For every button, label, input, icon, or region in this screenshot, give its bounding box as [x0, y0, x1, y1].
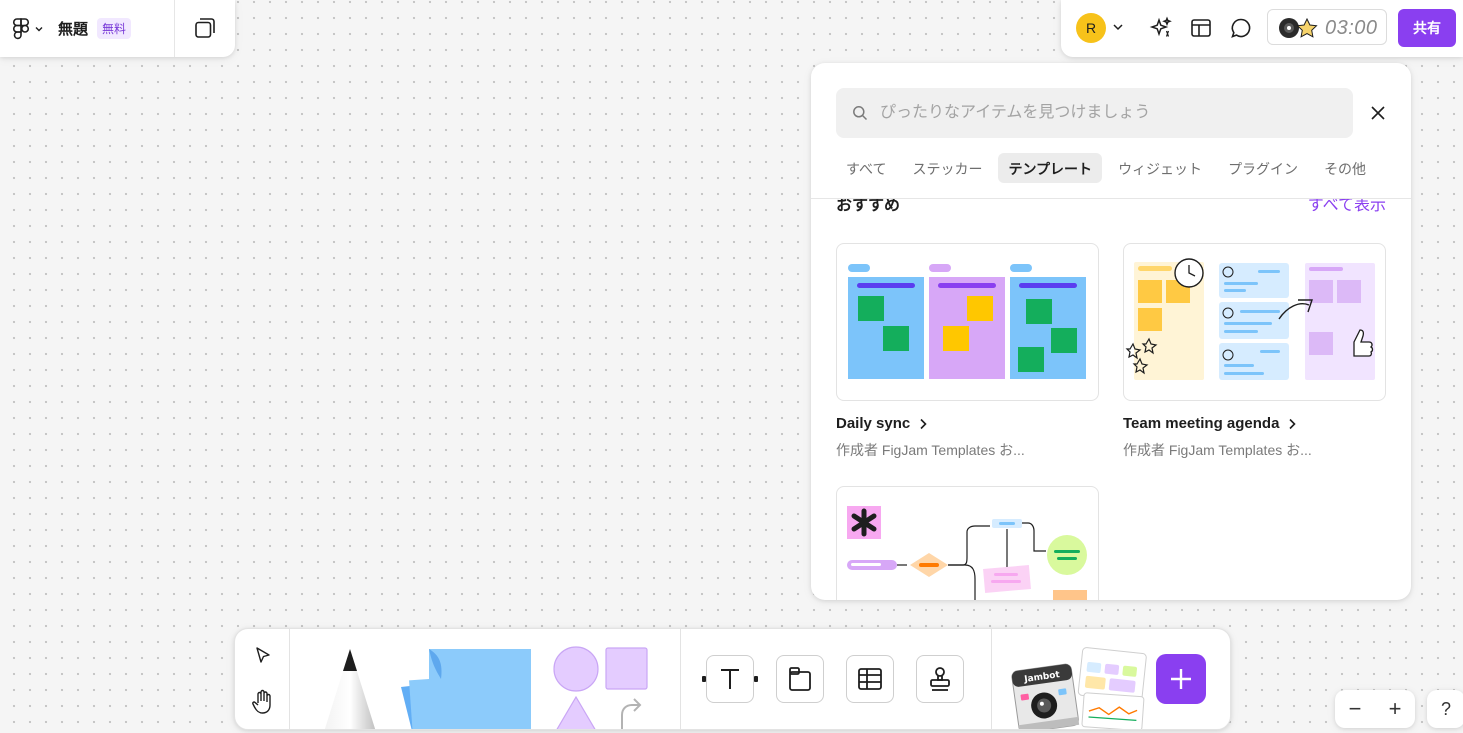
text-icon — [721, 669, 739, 689]
see-all-link[interactable]: すべて表示 — [1308, 199, 1386, 215]
search-input[interactable] — [878, 103, 1322, 123]
zoom-controls: − + — [1335, 690, 1415, 728]
divider — [991, 629, 992, 729]
table-tool[interactable] — [846, 655, 894, 703]
hand-icon — [252, 689, 271, 714]
sparkle-icon — [1149, 16, 1172, 37]
stamp-tool[interactable] — [916, 655, 964, 703]
bottom-toolbar: Jambot — [234, 628, 1231, 730]
table-icon — [858, 668, 882, 690]
pages-button[interactable] — [186, 10, 224, 46]
file-menu-bar: 無題 無料 — [0, 0, 235, 57]
hand-tool[interactable] — [248, 687, 278, 717]
plus-icon — [1171, 669, 1191, 689]
zoom-in-button[interactable]: + — [1380, 698, 1410, 720]
chevron-down-icon — [35, 26, 43, 31]
section-title: おすすめ — [836, 199, 901, 214]
pages-icon — [195, 18, 215, 38]
avatar[interactable]: R — [1076, 13, 1106, 43]
star-icon — [1296, 18, 1318, 38]
text-tool[interactable] — [706, 655, 754, 703]
figma-logo-icon — [13, 17, 30, 39]
comments-button[interactable] — [1227, 14, 1255, 42]
template-title[interactable]: Daily sync — [836, 415, 1099, 432]
text-tool-handle — [754, 676, 758, 682]
divider — [289, 629, 290, 729]
template-card-flow[interactable] — [836, 486, 1099, 600]
tab-all[interactable]: すべて — [836, 153, 896, 183]
shape-tool[interactable] — [550, 645, 650, 729]
sticky-note-tool[interactable] — [395, 647, 535, 729]
search-icon — [853, 106, 868, 121]
pencil-icon — [324, 649, 376, 729]
template-author: 作成者 FigJam Templates お... — [836, 442, 1025, 458]
templates-button[interactable] — [1187, 14, 1215, 42]
templates-list[interactable]: おすすめ すべて表示 Daily sync 作成者 FigJam Templat… — [811, 199, 1411, 600]
timer-widget[interactable]: 03:00 — [1267, 9, 1387, 45]
comment-icon — [1231, 18, 1251, 38]
shapes-icon — [553, 646, 648, 729]
template-thumbnail[interactable] — [836, 243, 1099, 401]
share-button[interactable]: 共有 — [1398, 9, 1456, 47]
chevron-right-icon — [1289, 418, 1297, 429]
section-icon — [789, 667, 811, 691]
more-tools-button[interactable] — [1156, 654, 1206, 704]
sticky-note-icon — [401, 649, 531, 729]
cursor-icon — [256, 647, 270, 663]
widgets-and-stickers-tool[interactable]: Jambot — [1007, 647, 1147, 729]
timer-value: 03:00 — [1325, 17, 1378, 39]
template-thumbnail[interactable] — [836, 486, 1099, 600]
team-meeting-preview — [1125, 258, 1375, 380]
tab-other[interactable]: その他 — [1314, 153, 1376, 183]
divider — [174, 0, 175, 57]
zoom-out-button[interactable]: − — [1340, 698, 1370, 720]
template-title-text: Team meeting agenda — [1123, 415, 1280, 432]
template-title[interactable]: Team meeting agenda — [1123, 415, 1386, 432]
tab-plugins[interactable]: プラグイン — [1218, 153, 1308, 183]
resources-panel: すべて ステッカー テンプレート ウィジェット プラグイン その他 おすすめ す… — [811, 63, 1411, 600]
close-panel-button[interactable] — [1366, 101, 1390, 125]
help-button[interactable]: ? — [1427, 690, 1463, 728]
tab-templates[interactable]: テンプレート — [998, 153, 1103, 183]
move-tool[interactable] — [250, 643, 276, 669]
pen-tool[interactable] — [315, 645, 385, 729]
main-menu-button[interactable] — [0, 0, 56, 57]
daily-sync-preview — [848, 264, 1086, 379]
camera-sticker-icon: Jambot — [1011, 647, 1147, 729]
flow-preview — [847, 506, 1087, 600]
chevron-right-icon — [920, 418, 927, 429]
chevron-down-icon[interactable] — [1111, 20, 1125, 34]
layout-icon — [1191, 19, 1211, 37]
plan-badge: 無料 — [97, 18, 132, 39]
ai-actions-button[interactable] — [1147, 14, 1175, 42]
header-actions-bar: R 03:00 共有 — [1061, 0, 1463, 57]
file-title[interactable]: 無題 — [58, 18, 88, 39]
template-card-team-meeting-agenda[interactable]: Team meeting agenda 作成者 FigJam Templates… — [1123, 243, 1386, 460]
stamp-icon — [930, 667, 950, 691]
close-icon — [1371, 106, 1385, 120]
search-box[interactable] — [836, 88, 1353, 138]
template-card-daily-sync[interactable]: Daily sync 作成者 FigJam Templates お... — [836, 243, 1099, 460]
text-tool-handle — [702, 676, 706, 682]
template-thumbnail[interactable] — [1123, 243, 1386, 401]
tab-stickers[interactable]: ステッカー — [902, 153, 992, 183]
resource-tabs: すべて ステッカー テンプレート ウィジェット プラグイン その他 — [836, 153, 1376, 183]
divider — [680, 629, 681, 729]
template-title-text: Daily sync — [836, 415, 911, 432]
template-author: 作成者 FigJam Templates お... — [1123, 442, 1312, 458]
tab-widgets[interactable]: ウィジェット — [1108, 153, 1212, 183]
section-tool[interactable] — [776, 655, 824, 703]
